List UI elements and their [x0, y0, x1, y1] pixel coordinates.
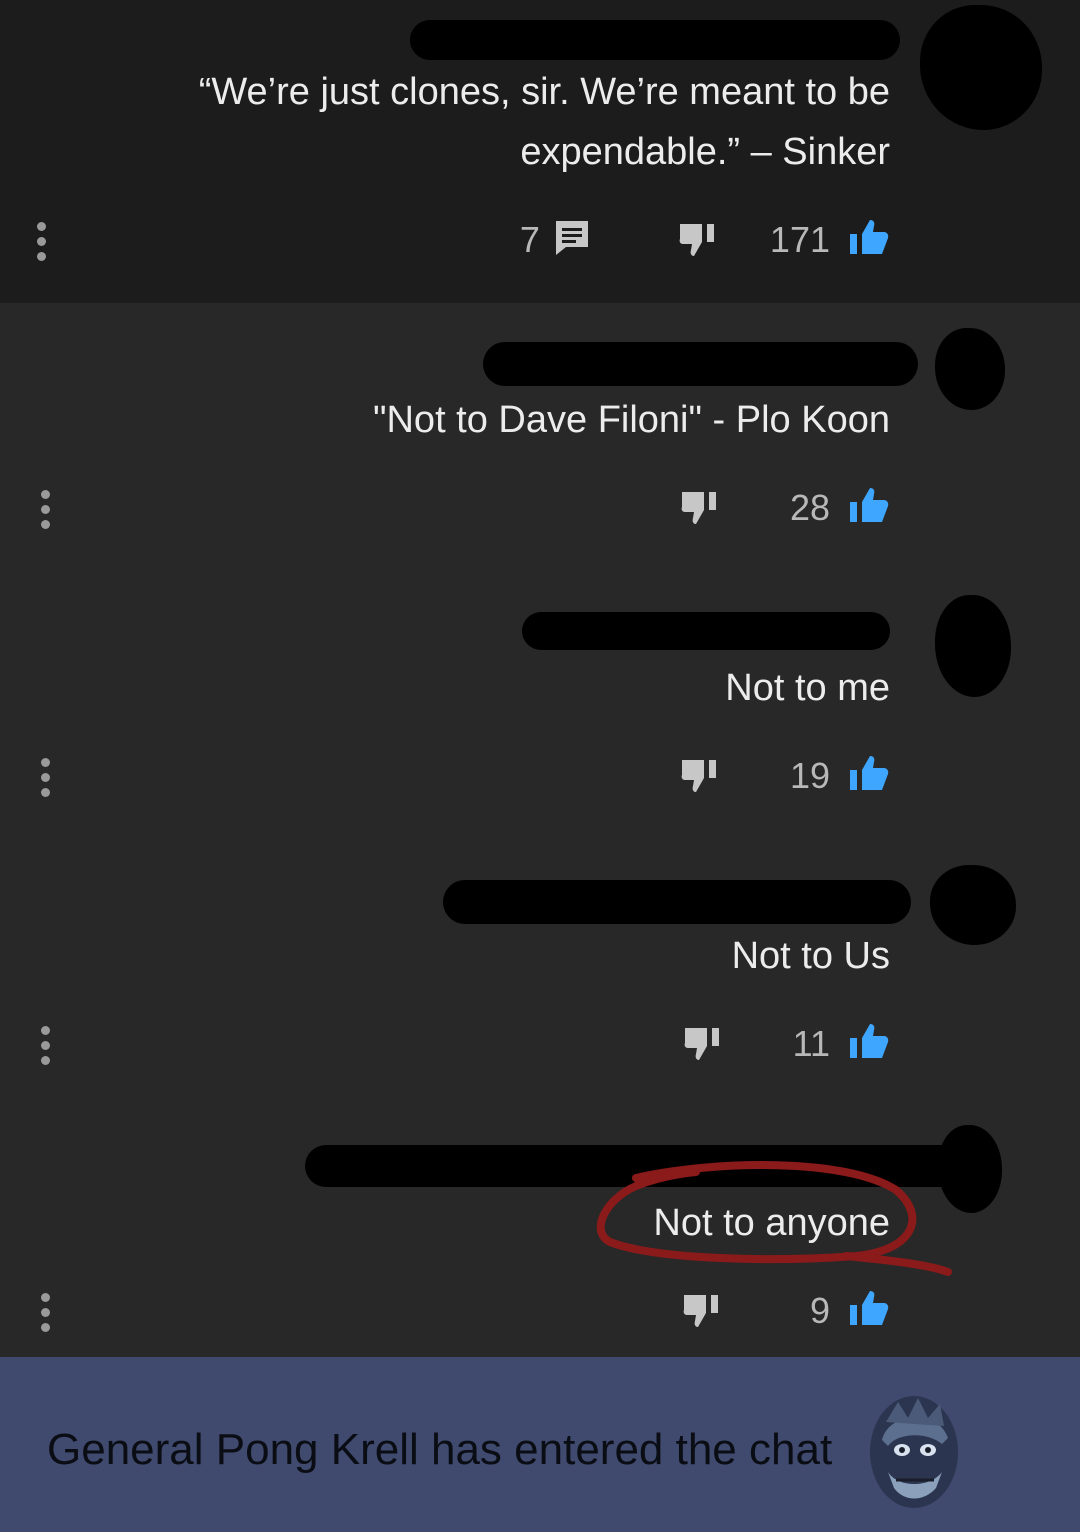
comment-actions: 19 — [680, 751, 890, 801]
comment-text: Not to anyone — [653, 1202, 890, 1244]
comment-text-line: “We’re just clones, sir. We’re meant to … — [198, 71, 890, 113]
more-vert-icon-dot — [40, 1323, 50, 1332]
like-count: 19 — [789, 755, 830, 796]
thumb-up-icon[interactable] — [848, 218, 890, 263]
redacted-username — [522, 612, 890, 650]
redacted-avatar[interactable] — [920, 5, 1042, 130]
more-vert-icon-dot — [40, 1026, 50, 1035]
comment-icon[interactable] — [554, 219, 590, 262]
more-vert-icon-dot — [40, 490, 50, 499]
comment-actions: 7 171 — [520, 215, 890, 265]
like-count: 11 — [792, 1023, 830, 1064]
more-vert-icon-dot — [40, 1293, 50, 1302]
comment-actions: 28 — [680, 483, 890, 533]
more-vert-icon-dot — [40, 505, 50, 514]
pong-krell-face-icon — [870, 1396, 958, 1508]
comment-text: “We’re just clones, sir. We’re meant to … — [199, 62, 890, 182]
like-count: 28 — [789, 487, 830, 528]
more-options-button[interactable] — [38, 1293, 52, 1332]
thumb-up-icon[interactable] — [848, 1289, 890, 1334]
more-vert-icon-dot — [40, 520, 50, 529]
banner-caption: General Pong Krell has entered the chat — [47, 1425, 833, 1474]
redacted-username — [443, 880, 911, 924]
more-vert-icon-dot — [40, 1056, 50, 1065]
more-options-button[interactable] — [38, 490, 52, 529]
redacted-username — [410, 20, 900, 60]
thumb-up-icon[interactable] — [848, 486, 890, 531]
like-count: 9 — [809, 1290, 830, 1331]
more-vert-icon-dot — [40, 758, 50, 767]
thumb-down-icon[interactable] — [680, 754, 720, 799]
reply-count: 7 — [519, 219, 540, 260]
redacted-username — [483, 342, 918, 386]
redacted-avatar[interactable] — [930, 865, 1016, 945]
more-vert-icon-dot — [40, 773, 50, 782]
more-options-button[interactable] — [34, 222, 48, 261]
comment-card: “We’re just clones, sir. We’re meant to … — [0, 0, 1080, 303]
comment-text-line: expendable.” – Sinker — [520, 131, 890, 173]
thumb-down-icon[interactable] — [682, 1289, 722, 1334]
redacted-avatar[interactable] — [935, 328, 1005, 410]
comment-actions: 11 — [683, 1019, 890, 1069]
thumb-up-icon[interactable] — [848, 1022, 890, 1067]
more-options-button[interactable] — [38, 758, 52, 797]
more-vert-icon-dot — [40, 1041, 50, 1050]
more-vert-icon-dot — [36, 222, 46, 231]
more-vert-icon-dot — [36, 237, 46, 246]
more-vert-icon-dot — [40, 1308, 50, 1317]
comment-text: Not to me — [725, 667, 890, 709]
more-vert-icon-dot — [36, 252, 46, 261]
like-count: 171 — [769, 219, 830, 260]
comment-text: Not to Us — [731, 935, 890, 977]
comment-text: "Not to Dave Filoni" - Plo Koon — [373, 399, 890, 441]
comment-thread-screenshot: “We’re just clones, sir. We’re meant to … — [0, 0, 1080, 1532]
thumb-down-icon[interactable] — [678, 218, 718, 263]
comment-actions: 9 — [682, 1286, 890, 1336]
thumb-up-icon[interactable] — [848, 754, 890, 799]
thumb-down-icon[interactable] — [683, 1022, 723, 1067]
more-vert-icon-dot — [40, 788, 50, 797]
thumb-down-icon[interactable] — [680, 486, 720, 531]
redacted-avatar[interactable] — [935, 595, 1011, 697]
more-options-button[interactable] — [38, 1026, 52, 1065]
